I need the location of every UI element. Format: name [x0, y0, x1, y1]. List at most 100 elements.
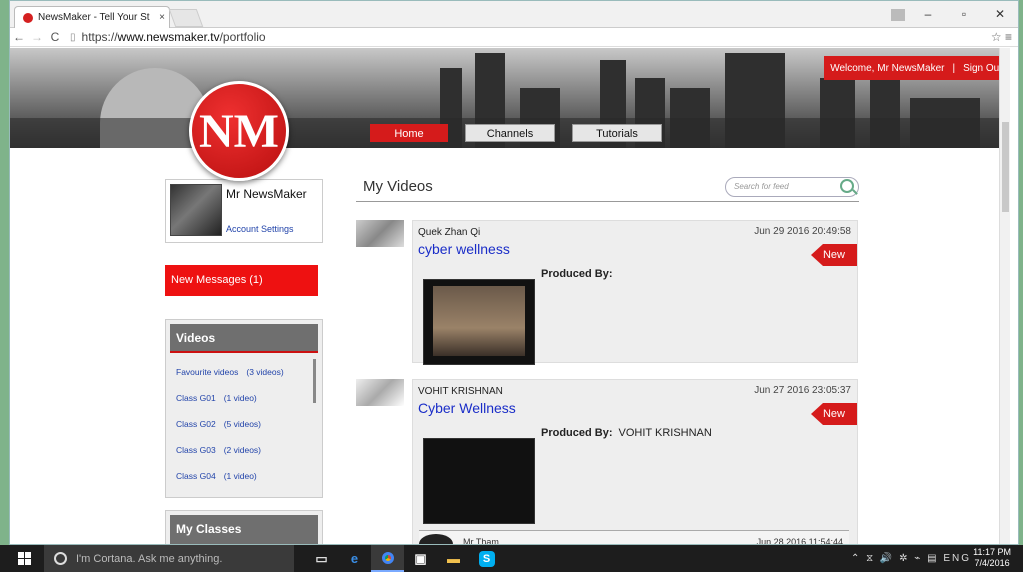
welcome-text: Welcome, Mr NewsMaker	[830, 62, 945, 74]
video-title-link[interactable]: cyber wellness	[418, 241, 510, 257]
video-folder-count: (1 video)	[223, 471, 257, 481]
video-folder-item[interactable]: Class G04 (1 video)	[176, 463, 316, 489]
system-tray[interactable]: ⌃ ⧖ 🔊 ✲ ⌁ ▤ ENG	[851, 545, 971, 572]
taskbar-clock[interactable]: 11:17 PM 7/4/2016	[973, 547, 1011, 569]
comment-author: Mr Tham	[463, 537, 499, 545]
forward-icon[interactable]: →	[28, 30, 46, 44]
video-folder-name: Class G04	[176, 471, 216, 481]
favicon-icon	[23, 12, 33, 23]
video-folder-item[interactable]: Favourite videos (3 videos)	[176, 359, 316, 385]
page-title: My Videos	[363, 178, 433, 195]
tab-close-icon[interactable]: ×	[155, 12, 169, 23]
new-badge: New	[811, 403, 857, 425]
edge-icon[interactable]: e	[338, 545, 371, 572]
nav-tutorials[interactable]: Tutorials	[572, 124, 662, 142]
store-icon[interactable]: ▣	[404, 545, 437, 572]
video-folder-item[interactable]: Class G01 (1 video)	[176, 385, 316, 411]
produced-by-label: Produced By:	[541, 268, 613, 280]
web-page: NM Welcome, Mr NewsMaker | Sign Out Home…	[10, 48, 1010, 544]
minimize-button[interactable]: –	[910, 1, 946, 28]
video-folder-count: (3 videos)	[246, 367, 284, 377]
taskbar: I'm Cortana. Ask me anything. ▭ e ▣ ▬ S …	[0, 545, 1023, 572]
clock-date: 7/4/2016	[974, 558, 1010, 568]
search-placeholder: Search for feed	[734, 182, 789, 191]
page-scrollbar[interactable]	[999, 48, 1010, 544]
windows-start-icon[interactable]	[18, 552, 32, 566]
video-folder-item[interactable]: Class G03 (2 videos)	[176, 437, 316, 463]
welcome-separator: |	[952, 62, 956, 74]
back-icon[interactable]: ←	[10, 30, 28, 44]
post-card: Quek Zhan Qi Jun 29 2016 20:49:58 cyber …	[412, 220, 858, 365]
newsmaker-logo[interactable]: NM	[189, 81, 289, 181]
new-messages-button[interactable]: New Messages (1)	[165, 265, 318, 296]
cortana-search[interactable]: I'm Cortana. Ask me anything.	[44, 545, 294, 572]
maximize-button[interactable]: ▫	[946, 1, 982, 28]
produced-by: Produced By: VOHIT KRISHNAN	[541, 427, 712, 439]
url-prefix: https://	[81, 30, 118, 44]
close-button[interactable]: ✕	[982, 1, 1018, 28]
post-author: Quek Zhan Qi	[418, 227, 481, 238]
task-view-icon[interactable]: ▭	[305, 545, 338, 572]
tab-bar: NewsMaker - Tell Your St × – ▫ ✕	[10, 1, 1018, 28]
url-field[interactable]: https://www.newsmaker.tv/portfolio	[82, 30, 266, 44]
main-content: My Videos Search for feed Quek Zhan Qi J…	[356, 176, 859, 544]
skype-icon[interactable]: S	[470, 545, 503, 572]
video-folder-name: Favourite videos	[176, 367, 239, 377]
browser-actions: ☆ ≡	[991, 28, 1012, 47]
browser-window: NewsMaker - Tell Your St × – ▫ ✕ ← → C ▯…	[9, 0, 1019, 545]
search-input[interactable]: Search for feed	[725, 177, 859, 197]
post-author: VOHIT KRISHNAN	[418, 386, 503, 397]
comment-date: Jun 28 2016 11:54:44	[756, 537, 843, 545]
sign-out-link[interactable]: Sign Out	[963, 63, 1002, 74]
author-thumbnail[interactable]	[356, 379, 404, 406]
new-badge: New	[811, 244, 857, 266]
url-path: /portfolio	[219, 30, 266, 44]
language-indicator[interactable]: ENG	[943, 553, 971, 564]
menu-icon[interactable]: ≡	[1005, 30, 1012, 44]
video-folder-item[interactable]: Class G02 (5 videos)	[176, 411, 316, 437]
page-icon: ▯	[70, 31, 76, 43]
comment-row: Mr Tham Jun 28 2016 11:54:44	[419, 530, 849, 545]
video-title-link[interactable]: Cyber Wellness	[418, 400, 516, 416]
video-thumbnail[interactable]	[423, 279, 535, 365]
videos-panel: Videos Favourite videos (3 videos) Class …	[165, 319, 323, 498]
profile-name: Mr NewsMaker	[226, 187, 307, 201]
file-explorer-icon[interactable]: ▬	[437, 545, 470, 572]
scrollbar-thumb[interactable]	[1002, 122, 1009, 212]
video-folder-count: (1 video)	[223, 393, 257, 403]
avatar[interactable]	[170, 184, 222, 236]
author-thumbnail[interactable]	[356, 220, 404, 247]
produced-by-value: VOHIT KRISHNAN	[618, 427, 712, 439]
cortana-placeholder: I'm Cortana. Ask me anything.	[76, 552, 223, 565]
video-folder-name: Class G01	[176, 393, 216, 403]
produced-by: Produced By:	[541, 268, 619, 280]
videos-panel-title: Videos	[170, 324, 318, 353]
new-tab-button[interactable]	[168, 9, 204, 27]
window-controls: – ▫ ✕	[886, 1, 1018, 28]
produced-by-label: Produced By:	[541, 427, 613, 439]
welcome-bar: Welcome, Mr NewsMaker | Sign Out	[824, 56, 1008, 80]
video-thumbnail[interactable]	[423, 438, 535, 524]
tray-icons[interactable]: ⌃ ⧖ 🔊 ✲ ⌁ ▤	[851, 553, 939, 564]
reload-icon[interactable]: C	[46, 30, 64, 44]
classes-panel: My Classes	[165, 510, 323, 544]
clock-time: 11:17 PM	[973, 547, 1011, 557]
video-folder-name: Class G02	[176, 419, 216, 429]
main-nav: Home Channels Tutorials	[370, 124, 679, 142]
tab-title: NewsMaker - Tell Your St	[38, 12, 150, 23]
video-folder-count: (2 videos)	[223, 445, 262, 455]
account-settings-link[interactable]: Account Settings	[226, 224, 294, 234]
video-preview	[433, 286, 525, 356]
url-domain: www.newsmaker.tv	[117, 30, 220, 44]
profile-card: Mr NewsMaker Account Settings	[165, 179, 323, 243]
classes-panel-title: My Classes	[170, 515, 318, 544]
user-icon[interactable]	[886, 1, 910, 28]
chrome-icon[interactable]	[371, 545, 404, 572]
video-folder-name: Class G03	[176, 445, 216, 455]
bookmark-star-icon[interactable]: ☆	[991, 30, 1002, 44]
nav-home[interactable]: Home	[370, 124, 448, 142]
nav-channels[interactable]: Channels	[465, 124, 555, 142]
videos-scrollbar[interactable]	[313, 359, 316, 403]
browser-tab[interactable]: NewsMaker - Tell Your St ×	[14, 6, 170, 28]
search-icon[interactable]	[840, 179, 854, 193]
